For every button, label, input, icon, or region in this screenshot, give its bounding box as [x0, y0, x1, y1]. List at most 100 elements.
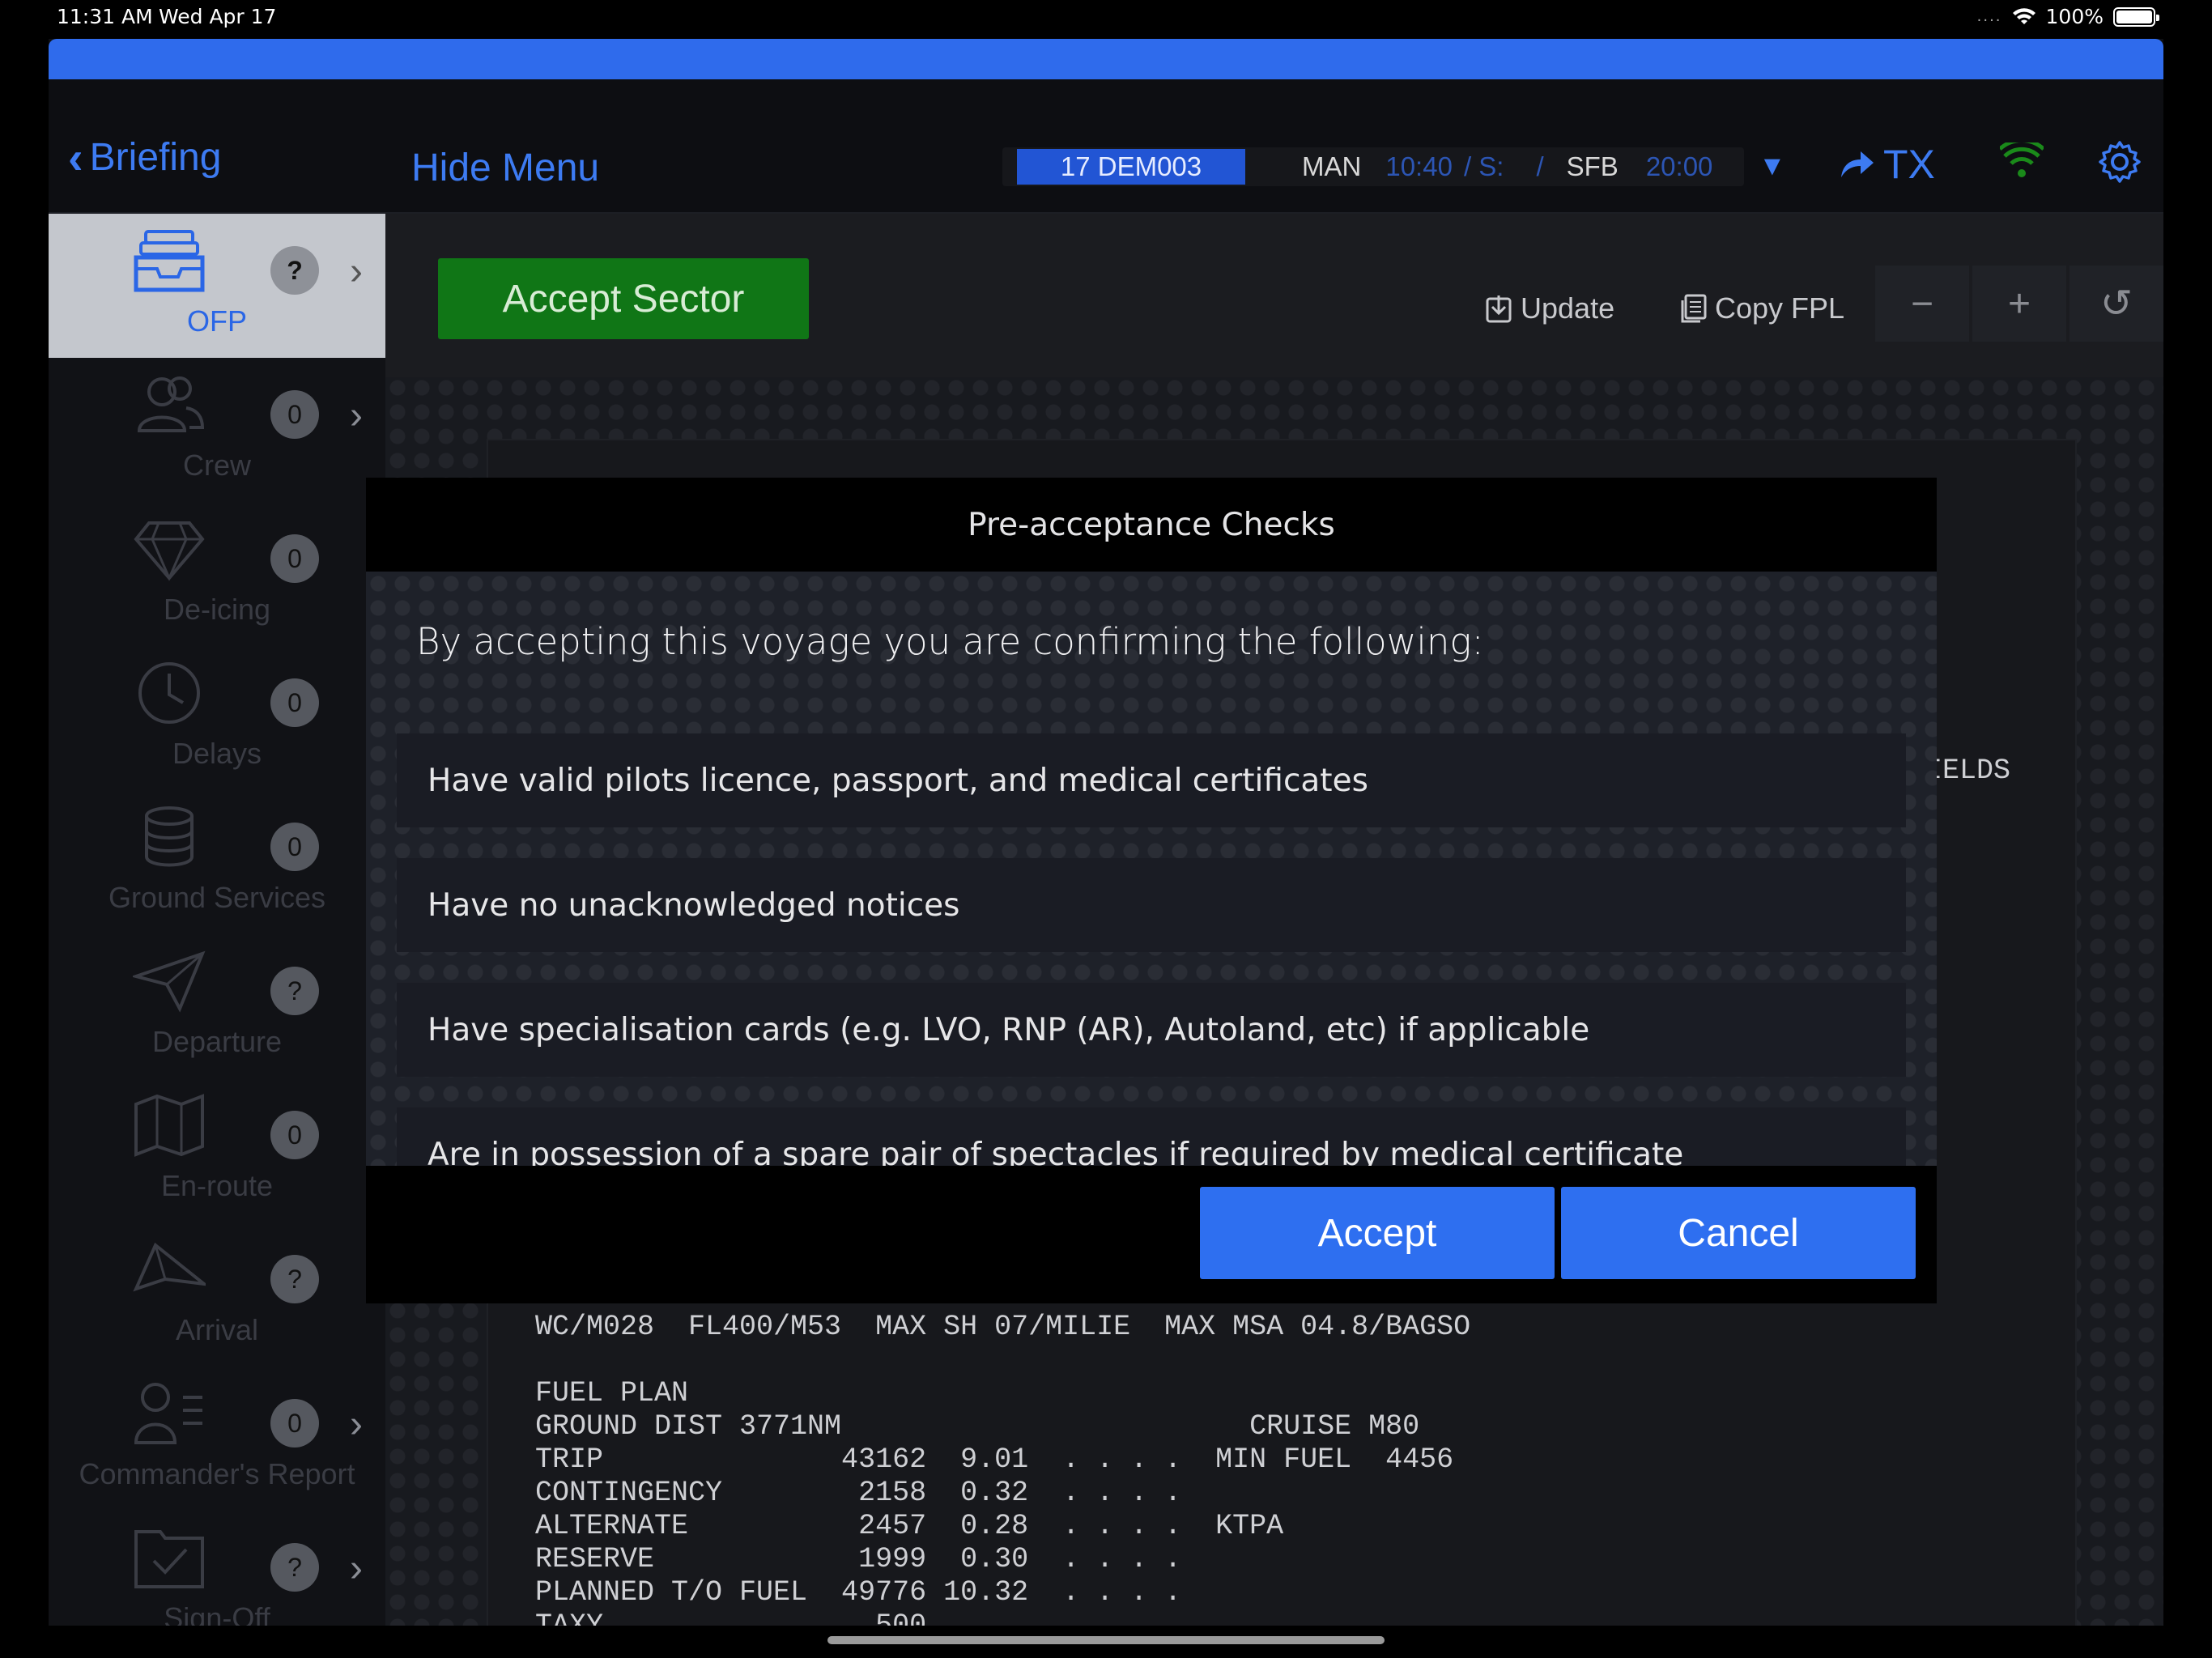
sidebar-badge: 0 — [270, 1399, 319, 1448]
chevron-left-icon: ‹ — [68, 132, 83, 183]
flight-id-badge: 17 DEM003 — [1017, 149, 1245, 185]
route-separator: / — [1536, 151, 1544, 181]
signal-dots: .... — [1976, 8, 2002, 25]
sidebar-item-label: Crew — [182, 449, 251, 482]
sidebar-badge: ? — [270, 967, 319, 1015]
arrival-plane-icon — [133, 1242, 206, 1292]
dialog-intro: By accepting this voyage you are confirm… — [416, 620, 1484, 663]
check-item: Have no unacknowledged notices — [397, 858, 1906, 952]
destination-airport: SFB — [1566, 151, 1619, 181]
dialog-title: Pre-acceptance Checks — [968, 506, 1335, 543]
dialog-footer: Accept Cancel — [366, 1166, 1937, 1303]
tx-label: TX — [1883, 142, 1935, 187]
sidebar: ? › OFP 0 › Crew 0 De-icing 0 Delays 0 G… — [49, 214, 385, 1626]
sidebar-badge: 0 — [270, 823, 319, 871]
status-right: .... 100% — [1976, 5, 2159, 28]
sidebar-item-commanders-report[interactable]: 0 › Commander's Report — [49, 1367, 385, 1511]
chevron-right-icon: › — [350, 1403, 363, 1446]
accept-sector-button[interactable]: Accept Sector — [438, 258, 809, 339]
download-icon — [1486, 295, 1512, 323]
copy-fpl-button[interactable]: Copy FPL — [1679, 291, 1844, 325]
sidebar-item-label: En-route — [160, 1169, 274, 1202]
sidebar-badge: 0 — [270, 390, 319, 439]
sidebar-item-deicing[interactable]: 0 De-icing — [49, 502, 385, 646]
sidebar-item-label: OFP — [186, 304, 247, 338]
transmit-button[interactable]: TX — [1838, 141, 1935, 188]
chevron-right-icon: › — [350, 394, 363, 437]
paper-plane-icon — [133, 950, 206, 1013]
arrival-time: 20:00 — [1645, 151, 1713, 181]
hide-menu-button[interactable]: Hide Menu — [411, 146, 599, 190]
diamond-icon — [134, 521, 205, 581]
sidebar-item-ground-services[interactable]: 0 Ground Services — [49, 790, 385, 934]
flight-selector[interactable]: 17 DEM003 MAN 10:40 / S: / SFB 20:00 — [1002, 147, 1744, 186]
chevron-right-icon: › — [350, 1547, 363, 1590]
folder-check-icon — [134, 1530, 204, 1588]
update-button[interactable]: Update — [1485, 291, 1614, 325]
sidebar-item-departure[interactable]: ? Departure — [49, 934, 385, 1078]
clock-icon — [138, 662, 200, 724]
cancel-button[interactable]: Cancel — [1561, 1187, 1916, 1279]
status-date: Wed Apr 17 — [159, 5, 277, 28]
sidebar-item-label: Arrival — [175, 1313, 258, 1346]
map-icon — [134, 1094, 204, 1157]
status-bar: 11:31 AM Wed Apr 17 .... 100% — [0, 0, 2212, 36]
sidebar-item-label: Commander's Report — [79, 1457, 355, 1490]
sidebar-badge: 0 — [270, 534, 319, 583]
sidebar-item-label: Ground Services — [108, 881, 326, 914]
sidebar-item-ofp[interactable]: ? › OFP — [49, 214, 385, 358]
settings-gear-icon[interactable] — [2097, 139, 2142, 185]
share-arrow-icon — [1841, 151, 1874, 177]
sidebar-item-crew[interactable]: 0 › Crew — [49, 358, 385, 502]
sidebar-item-label: Sign-Off — [164, 1601, 270, 1626]
document-copy-icon — [1681, 294, 1707, 323]
dialog-body: By accepting this voyage you are confirm… — [366, 572, 1937, 1166]
zoom-in-button[interactable]: + — [1972, 266, 2066, 342]
battery-icon — [2113, 6, 2159, 27]
top-accent-bar — [49, 39, 2163, 79]
home-indicator[interactable] — [827, 1636, 1385, 1644]
flight-dropdown-icon[interactable]: ▼ — [1759, 151, 1786, 182]
sidebar-badge: ? — [270, 1543, 319, 1592]
zoom-out-button[interactable]: − — [1875, 266, 1969, 342]
sidebar-item-label: De-icing — [163, 593, 271, 626]
person-list-icon — [134, 1383, 202, 1444]
accept-button[interactable]: Accept — [1200, 1187, 1555, 1279]
wifi-icon — [2012, 7, 2035, 24]
database-icon — [145, 806, 194, 867]
app-window: ‹ Briefing Hide Menu 17 DEM003 MAN 10:40… — [49, 39, 2163, 1626]
check-item: Have specialisation cards (e.g. LVO, RNP… — [397, 983, 1906, 1077]
sidebar-badge: 0 — [270, 678, 319, 727]
reset-zoom-button[interactable]: ↺ — [2069, 266, 2163, 342]
sidebar-badge: 0 — [270, 1111, 319, 1159]
navigation-bar: ‹ Briefing Hide Menu 17 DEM003 MAN 10:40… — [49, 79, 2163, 214]
sidebar-item-arrival[interactable]: ? Arrival — [49, 1222, 385, 1367]
sidebar-item-label: Delays — [172, 737, 262, 770]
sidebar-badge: ? — [270, 246, 319, 295]
schedule-separator: / S: — [1463, 151, 1504, 181]
inbox-tray-icon — [134, 230, 205, 292]
copy-fpl-label: Copy FPL — [1715, 291, 1845, 325]
people-icon — [137, 376, 205, 432]
chevron-right-icon: › — [350, 250, 363, 293]
zoom-controls: − + ↺ — [1875, 266, 2163, 342]
pre-acceptance-dialog: Pre-acceptance Checks By accepting this … — [366, 478, 1937, 1303]
departure-time: 10:40 — [1385, 151, 1453, 181]
status-time: 11:31 AM — [57, 5, 153, 28]
check-item: Have valid pilots licence, passport, and… — [397, 733, 1906, 827]
ofp-fuel-plan-text: WC/M028 FL400/M53 MAX SH 07/MILIE MAX MS… — [535, 1311, 1471, 1626]
sidebar-item-en-route[interactable]: 0 En-route — [49, 1078, 385, 1222]
toolbar: Accept Sector Update Copy FPL − + ↺ — [385, 214, 2163, 377]
ofp-partial-text: IELDS — [1925, 755, 2011, 787]
connectivity-wifi-icon — [2000, 142, 2044, 177]
update-label: Update — [1521, 291, 1615, 325]
origin-airport: MAN — [1302, 151, 1362, 181]
battery-percent: 100% — [2045, 5, 2104, 28]
sidebar-item-sign-off[interactable]: ? › Sign-Off — [49, 1511, 385, 1626]
sidebar-badge: ? — [270, 1255, 319, 1303]
check-item: Are in possession of a spare pair of spe… — [397, 1107, 1906, 1166]
sidebar-item-label: Departure — [151, 1025, 283, 1058]
back-briefing-button[interactable]: ‹ Briefing — [68, 131, 221, 184]
sidebar-item-delays[interactable]: 0 Delays — [49, 646, 385, 790]
back-label: Briefing — [89, 136, 222, 179]
